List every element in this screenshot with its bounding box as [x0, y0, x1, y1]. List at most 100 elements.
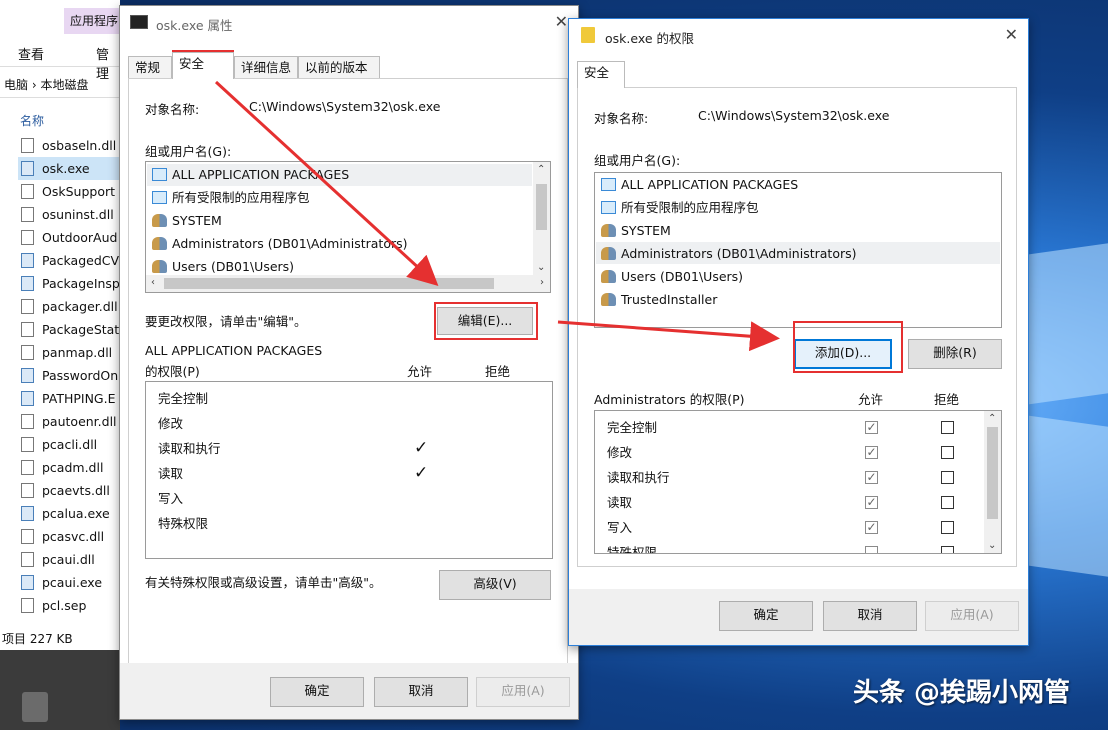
scroll-down-icon[interactable]: ⌄ — [537, 262, 545, 273]
users-icon — [152, 260, 167, 273]
file-name: pcaui.exe — [42, 575, 103, 590]
deny-checkbox[interactable] — [941, 496, 954, 509]
properties-dialog: osk.exe 属性 ✕ 常规 安全 详细信息 以前的版本 对象名称: C:\W… — [119, 5, 579, 720]
file-name: osk.exe — [42, 161, 90, 176]
file-item[interactable]: pcaevts.dll — [18, 479, 120, 502]
tab-general[interactable]: 常规 — [128, 56, 172, 78]
app-file-icon — [21, 391, 34, 406]
file-item[interactable]: OutdoorAud — [18, 226, 120, 249]
file-icon — [21, 529, 34, 544]
horizontal-scrollbar[interactable]: ‹ › — [146, 275, 550, 292]
user-list-item[interactable]: Administrators (DB01\Administrators) — [152, 233, 408, 255]
scroll-up-icon[interactable]: ⌃ — [988, 413, 996, 424]
file-name: pcasvc.dll — [42, 529, 105, 544]
ribbon-view[interactable]: 查看 — [18, 44, 44, 63]
file-item[interactable]: osbaseln.dll — [18, 134, 120, 157]
file-item[interactable]: osuninst.dll — [18, 203, 120, 226]
allow-checkbox[interactable]: ✓ — [865, 521, 878, 534]
file-name: PATHPING.E — [42, 391, 116, 406]
perm-for-line2: 的权限(P) — [145, 364, 200, 379]
deny-checkbox[interactable] — [941, 446, 954, 459]
user-list-item[interactable]: 所有受限制的应用程序包 — [601, 197, 759, 219]
file-item[interactable]: pcaui.exe — [18, 571, 120, 594]
deny-checkbox[interactable] — [941, 521, 954, 534]
user-list-item[interactable]: SYSTEM — [601, 220, 671, 242]
ok-button[interactable]: 确定 — [270, 677, 364, 707]
file-item[interactable]: OskSupport — [18, 180, 120, 203]
file-item[interactable]: PackageState — [18, 318, 120, 341]
breadcrumb-pc[interactable]: 电脑 — [4, 78, 28, 92]
user-name: Administrators (DB01\Administrators) — [172, 236, 408, 251]
allow-checkbox[interactable]: ✓ — [865, 471, 878, 484]
desktop-file-icon[interactable] — [22, 692, 48, 722]
vertical-scrollbar[interactable]: ⌃ ⌄ — [984, 411, 1001, 553]
tab-security[interactable]: 安全 — [577, 61, 625, 88]
file-item[interactable]: panmap.dll — [18, 341, 120, 364]
ribbon-row: 查看 管理 — [0, 34, 120, 82]
file-item[interactable]: pautoenr.dll — [18, 410, 120, 433]
file-item[interactable]: PasswordOn — [18, 364, 120, 387]
users-icon — [601, 224, 616, 237]
user-list: ALL APPLICATION PACKAGES 所有受限制的应用程序包 SYSTE… — [594, 172, 1002, 328]
allow-checkbox[interactable]: ✓ — [865, 446, 878, 459]
ok-button[interactable]: 确定 — [719, 601, 813, 631]
apply-button[interactable]: 应用(A) — [925, 601, 1019, 631]
file-item[interactable]: pcaui.dll — [18, 548, 120, 571]
scroll-down-icon[interactable]: ⌄ — [988, 540, 996, 551]
user-list-item[interactable]: Administrators (DB01\Administrators) — [601, 243, 857, 265]
deny-header: 拒绝 — [934, 392, 960, 407]
file-item[interactable]: pcl.sep — [18, 594, 120, 617]
checkmark-icon: ✓ — [414, 438, 429, 458]
file-icon — [21, 483, 34, 498]
allow-checkbox[interactable]: ✓ — [865, 421, 878, 434]
user-list-item[interactable]: Users (DB01\Users) — [601, 266, 743, 288]
close-icon[interactable]: ✕ — [555, 12, 568, 31]
file-item[interactable]: PackageInsp — [18, 272, 120, 295]
deny-checkbox[interactable] — [941, 471, 954, 484]
tab-previous-versions[interactable]: 以前的版本 — [298, 56, 380, 78]
column-header-name[interactable]: 名称 — [20, 112, 44, 129]
file-item[interactable]: pcadm.dll — [18, 456, 120, 479]
remove-button[interactable]: 删除(R) — [908, 339, 1002, 369]
file-item[interactable]: packager.dll — [18, 295, 120, 318]
scroll-thumb[interactable] — [536, 184, 547, 230]
scroll-thumb[interactable] — [987, 427, 998, 519]
advanced-button[interactable]: 高级(V) — [439, 570, 551, 600]
scroll-left-icon[interactable]: ‹ — [151, 277, 155, 288]
apply-button[interactable]: 应用(A) — [476, 677, 570, 707]
dialog-footer: 确定 取消 应用(A) — [120, 663, 578, 719]
tab-details[interactable]: 详细信息 — [234, 56, 298, 78]
user-list: ALL APPLICATION PACKAGES 所有受限制的应用程序包 SYSTE… — [145, 161, 551, 293]
close-icon[interactable]: ✕ — [1005, 25, 1018, 44]
user-list-item[interactable]: ALL APPLICATION PACKAGES — [152, 164, 349, 186]
file-item[interactable]: pcasvc.dll — [18, 525, 120, 548]
file-item[interactable]: PATHPING.E — [18, 387, 120, 410]
allow-checkbox[interactable] — [865, 546, 878, 553]
user-name: Administrators (DB01\Administrators) — [621, 246, 857, 261]
object-name-value: C:\Windows\System32\osk.exe — [249, 99, 441, 114]
breadcrumb-disk[interactable]: 本地磁盘 — [40, 78, 88, 92]
user-list-item[interactable]: SYSTEM — [152, 210, 222, 232]
file-item[interactable]: pcacli.dll — [18, 433, 120, 456]
scroll-right-icon[interactable]: › — [540, 277, 544, 288]
scroll-up-icon[interactable]: ⌃ — [537, 164, 545, 175]
deny-checkbox[interactable] — [941, 546, 954, 553]
user-list-item[interactable]: ALL APPLICATION PACKAGES — [601, 174, 798, 196]
permission-row: 读取 — [158, 466, 184, 481]
highlight-edit-button — [434, 302, 538, 340]
context-tab[interactable]: 应用程序 — [64, 8, 120, 34]
app-file-icon — [21, 575, 34, 590]
file-item[interactable]: PackagedCV — [18, 249, 120, 272]
user-list-item[interactable]: 所有受限制的应用程序包 — [152, 187, 310, 209]
deny-checkbox[interactable] — [941, 421, 954, 434]
cancel-button[interactable]: 取消 — [374, 677, 468, 707]
address-bar[interactable]: 电脑 › 本地磁盘 — [0, 72, 120, 98]
cancel-button[interactable]: 取消 — [823, 601, 917, 631]
allow-checkbox[interactable]: ✓ — [865, 496, 878, 509]
hscroll-thumb[interactable] — [164, 278, 494, 289]
vertical-scrollbar[interactable]: ⌃ ⌄ — [533, 162, 550, 275]
user-list-item[interactable]: TrustedInstaller — [601, 289, 717, 311]
file-item[interactable]: osk.exe — [18, 157, 120, 180]
file-item[interactable]: pcalua.exe — [18, 502, 120, 525]
tab-security[interactable]: 安全 — [172, 52, 234, 79]
